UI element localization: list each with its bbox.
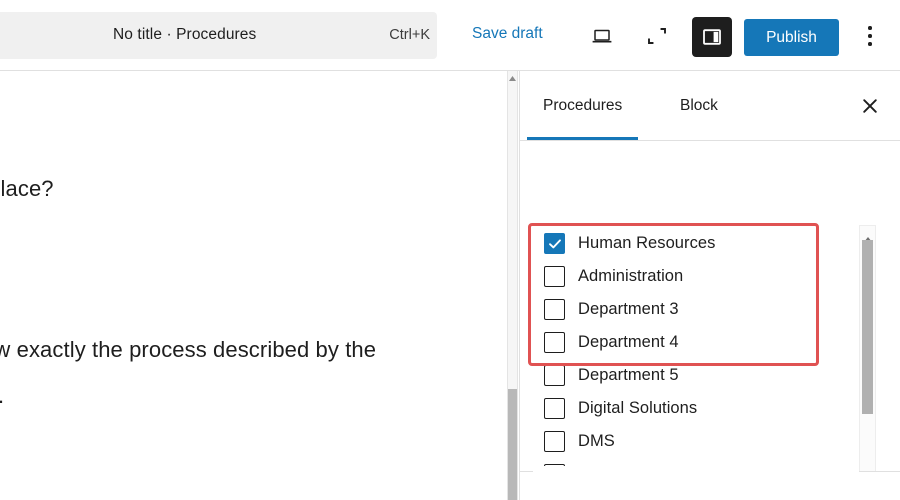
tab-block[interactable]: Block (664, 71, 734, 140)
department-list-item[interactable]: Human Resources (533, 227, 864, 260)
panel-tab-bar: Procedures Block (520, 71, 900, 141)
page-scrollbar-thumb[interactable] (508, 389, 517, 500)
department-label: Digital Solutions (578, 399, 698, 417)
command-search-bar[interactable]: No title · Procedures Ctrl+K (0, 12, 437, 59)
list-clip-mask (533, 466, 859, 485)
editor-canvas[interactable]: take place? le, how exactly the process … (0, 71, 507, 500)
department-list-scrollbar[interactable] (859, 225, 876, 487)
checkbox-icon[interactable] (544, 332, 565, 353)
publish-button[interactable]: Publish (744, 19, 839, 56)
department-label: Department 3 (578, 300, 679, 318)
scroll-up-arrow-icon[interactable] (509, 75, 516, 82)
department-list-scrollbar-thumb[interactable] (862, 240, 873, 414)
three-dots-vertical-icon[interactable] (853, 18, 887, 54)
department-checkbox-list: Human Resources Administration Department … (533, 227, 864, 485)
department-list-item[interactable]: Administration (533, 260, 864, 293)
department-list-item[interactable]: Digital Solutions (533, 392, 864, 425)
checkbox-icon[interactable] (544, 266, 565, 287)
top-toolbar: No title · Procedures Ctrl+K Save draft … (0, 0, 900, 71)
save-draft-button[interactable]: Save draft (472, 25, 543, 43)
checkbox-icon[interactable] (544, 299, 565, 320)
settings-sidebar-panel: Procedures Block Human Resources Administ… (519, 71, 900, 500)
department-list-item[interactable]: Department 4 (533, 326, 864, 359)
document-paragraph: le, how exactly the process described by… (0, 337, 377, 362)
document-title-label: No title · Procedures (113, 26, 257, 43)
checkbox-icon[interactable] (544, 398, 565, 419)
department-list-item[interactable]: Department 3 (533, 293, 864, 326)
sidebar-panel-icon[interactable] (692, 17, 732, 57)
department-label: DMS (578, 432, 615, 450)
close-x-icon[interactable] (852, 88, 888, 124)
department-label: Department 5 (578, 366, 679, 384)
checkbox-icon[interactable] (544, 365, 565, 386)
document-paragraph: lowed. (0, 381, 4, 411)
command-shortcut-hint: Ctrl+K (389, 27, 430, 43)
checkbox-icon[interactable] (544, 431, 565, 452)
checkbox-checked-icon[interactable] (544, 233, 565, 254)
department-list-item[interactable]: DMS (533, 425, 864, 458)
expand-fullscreen-icon[interactable] (639, 18, 675, 54)
page-scrollbar[interactable] (507, 71, 518, 500)
department-label: Human Resources (578, 234, 716, 252)
department-label: Administration (578, 267, 684, 285)
department-label: Department 4 (578, 333, 679, 351)
document-paragraph: take place? (0, 176, 54, 201)
department-list-item[interactable]: Department 5 (533, 359, 864, 392)
department-list-container: Human Resources Administration Department … (520, 146, 900, 487)
laptop-preview-icon[interactable] (584, 18, 620, 54)
tab-procedures[interactable]: Procedures (527, 71, 639, 140)
